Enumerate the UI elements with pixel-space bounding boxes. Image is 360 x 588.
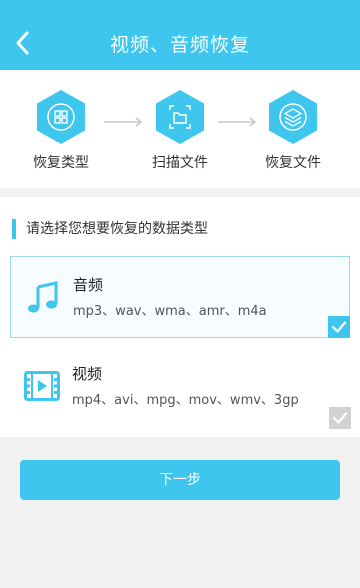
scan-file-icon [156, 90, 204, 144]
option-audio[interactable]: 音频 mp3、wav、wma、amr、m4a [10, 256, 350, 338]
step-label: 扫描文件 [152, 155, 208, 171]
section-title: 请选择您想要恢复的数据类型 [12, 219, 208, 239]
option-formats: mp4、avi、mpg、mov、wmv、3gp [72, 393, 299, 408]
step-label: 恢复类型 [33, 155, 89, 171]
arrow-right-icon [218, 117, 257, 127]
layers-icon [269, 90, 317, 144]
step-label: 恢复文件 [265, 155, 321, 171]
video-film-icon [24, 371, 60, 401]
page-title: 视频、音频恢复 [109, 34, 250, 56]
next-step-button[interactable]: 下一步 [20, 460, 340, 500]
step-recover-files: 恢复文件 [258, 88, 328, 172]
step-recovery-type: 恢复类型 [26, 88, 96, 172]
step-scan-files: 扫描文件 [145, 88, 215, 172]
option-name: 视频 [72, 365, 103, 383]
data-type-section: 请选择您想要恢复的数据类型 音频 mp3、wav、wma、amr、m4a 视频 … [0, 197, 360, 437]
header-bar: 视频、音频恢复 [0, 0, 360, 70]
option-formats: mp3、wav、wma、amr、m4a [73, 304, 267, 319]
arrow-right-icon [104, 117, 143, 127]
option-name: 音频 [73, 276, 104, 294]
music-note-icon [28, 281, 58, 313]
category-grid-icon [37, 90, 85, 144]
option-video[interactable]: 视频 mp4、avi、mpg、mov、wmv、3gp [10, 346, 351, 429]
checkbox-checked-icon[interactable] [328, 316, 350, 338]
checkbox-unchecked-icon[interactable] [329, 407, 351, 429]
step-progress: 恢复类型 扫描文件 恢复文件 [0, 70, 360, 188]
